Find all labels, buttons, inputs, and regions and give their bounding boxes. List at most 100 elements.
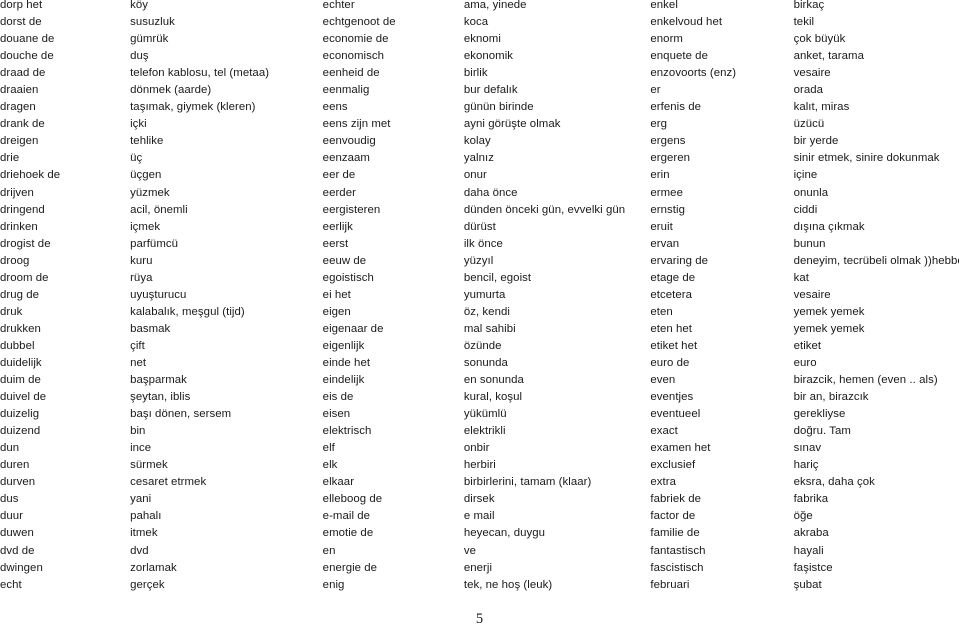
dictionary-page: dorp het köy echter ama, yinede enkel birkaç d… (0, 0, 959, 643)
glossary-row: dubbel çift eigenlijk özünde etiket het etike… (0, 339, 959, 358)
translation-cell: bir an, birazcık (793, 391, 869, 404)
translation-cell: herbiri (463, 459, 496, 472)
glossary-row: duivel de şeytan, iblis eis de kural, koşul… (0, 391, 959, 409)
translation-cell: kolay (463, 135, 491, 148)
translation-cell: yükümlü (463, 408, 507, 421)
term-cell: elk (322, 459, 338, 472)
term-cell: drinken (0, 220, 38, 233)
term-cell: eten het (650, 322, 693, 335)
translation-cell: onbir (463, 442, 490, 455)
term-cell: en (322, 544, 336, 557)
translation-cell: bur defalık (463, 84, 518, 97)
glossary-row: drukken basmak eigenaar de mal sahibi eten h… (0, 322, 959, 341)
translation-cell: yüzyıl (463, 254, 494, 267)
glossary-row: duim de başparmak eindelijk en sonunda even b… (0, 374, 959, 392)
translation-cell: üçgen (130, 169, 162, 182)
translation-cell: yüzmek (130, 186, 170, 199)
translation-cell: yani (130, 493, 152, 506)
term-cell: erin (650, 169, 670, 182)
term-cell: elf (322, 442, 335, 455)
translation-cell: sinir etmek, sinire dokunmak (793, 152, 940, 165)
translation-cell: etiket (793, 339, 822, 352)
term-cell: eens (322, 101, 348, 114)
translation-cell: pahalı (130, 510, 162, 523)
glossary-row: dvd de dvd en ve fantastisch hayali (0, 544, 959, 563)
glossary-row: drogist de parfümcü eerst ilk önce ervan bunu… (0, 237, 959, 256)
translation-cell: heyecan, duygu (463, 527, 546, 540)
translation-cell: başı dönen, sersem (130, 408, 232, 421)
translation-cell: ilk önce (463, 237, 503, 250)
glossary-row: druk kalabalık, meşgul (tijd) eigen öz, ken… (0, 305, 959, 324)
term-cell: duren (0, 459, 30, 472)
glossary-table-body: dorp het köy echter ama, yinede enkel birkaç d… (0, 0, 959, 597)
term-cell: druk (0, 305, 23, 318)
translation-cell: başparmak (130, 374, 187, 387)
translation-cell: dönmek (aarde) (130, 84, 212, 97)
term-cell: duim de (0, 374, 41, 387)
translation-cell: vesaire (793, 288, 831, 301)
translation-cell: çift (130, 339, 145, 352)
translation-cell: öz, kendi (463, 305, 510, 318)
page-number: 5 (475, 611, 484, 627)
glossary-row: draad de telefon kablosu, tel (metaa) eenh… (0, 67, 959, 85)
translation-cell: onur (463, 169, 487, 182)
translation-cell: dürüst (463, 220, 496, 233)
term-cell: februari (650, 578, 690, 591)
translation-cell: çok büyük (793, 33, 846, 46)
term-cell: dun (0, 442, 20, 455)
glossary-row: durven cesaret etrmek elkaar birbirlerini, … (0, 477, 959, 494)
translation-cell: köy (130, 0, 148, 11)
translation-cell: enerji (463, 561, 493, 574)
term-cell: douane de (0, 33, 55, 46)
term-cell: duwen (0, 527, 34, 540)
term-cell: drie (0, 152, 20, 165)
glossary-row: duur pahalı e-mail de e mail factor de öğe (0, 511, 959, 528)
term-cell: dus (0, 493, 19, 506)
term-cell: drukken (0, 322, 41, 335)
translation-cell: kalıt, miras (793, 101, 850, 114)
term-cell: eigenaar de (322, 322, 384, 335)
term-cell: droom de (0, 271, 49, 284)
term-cell: eenvoudig (322, 135, 376, 148)
translation-cell: dışına çıkmak (793, 220, 865, 233)
term-cell: eenmalig (322, 84, 370, 97)
term-cell: enig (322, 578, 345, 591)
translation-cell: ekonomik (463, 50, 514, 63)
term-cell: eruit (650, 220, 673, 233)
translation-cell: en sonunda (463, 374, 524, 387)
term-cell: drug de (0, 288, 40, 301)
glossary-row: drinken içmek eerlijk dürüst eruit dışına çık… (0, 220, 959, 239)
term-cell: elektrisch (322, 425, 372, 438)
translation-cell: sonunda (463, 356, 508, 369)
term-cell: dragen (0, 101, 36, 114)
translation-cell: vesaire (793, 67, 831, 80)
term-cell: eer de (322, 169, 356, 182)
glossary-row: douche de duş economisch ekonomik enquete de… (0, 50, 959, 68)
term-cell: duizelig (0, 408, 40, 421)
term-cell: enquete de (650, 50, 708, 63)
term-cell: eenzaam (322, 152, 370, 165)
term-cell: fabriek de (650, 493, 701, 506)
term-cell: etcetera (650, 288, 693, 301)
translation-cell: eknomi (463, 33, 501, 46)
term-cell: dvd de (0, 544, 35, 557)
translation-cell: gerçek (130, 578, 165, 591)
term-cell: dringend (0, 203, 45, 216)
term-cell: drank de (0, 118, 45, 131)
term-cell: eenheid de (322, 67, 380, 80)
translation-cell: sürmek (130, 459, 168, 472)
translation-cell: acil, önemli (130, 203, 188, 216)
term-cell: drijven (0, 186, 34, 199)
translation-cell: doğru. Tam (793, 425, 851, 438)
term-cell: eigen (322, 305, 351, 318)
translation-cell: birazcik, hemen (even .. als) (793, 374, 938, 387)
translation-cell: şeytan, iblis (130, 391, 191, 404)
translation-cell: ama, yinede (463, 0, 527, 11)
translation-cell: dünden önceki gün, evvelki gün (463, 203, 626, 216)
term-cell: exclusief (650, 459, 696, 472)
translation-cell: ince (130, 442, 152, 455)
translation-cell: bir yerde (793, 135, 839, 148)
translation-cell: taşımak, giymek (kleren) (130, 101, 256, 114)
translation-cell: kat (793, 271, 809, 284)
term-cell: eergisteren (322, 203, 381, 216)
